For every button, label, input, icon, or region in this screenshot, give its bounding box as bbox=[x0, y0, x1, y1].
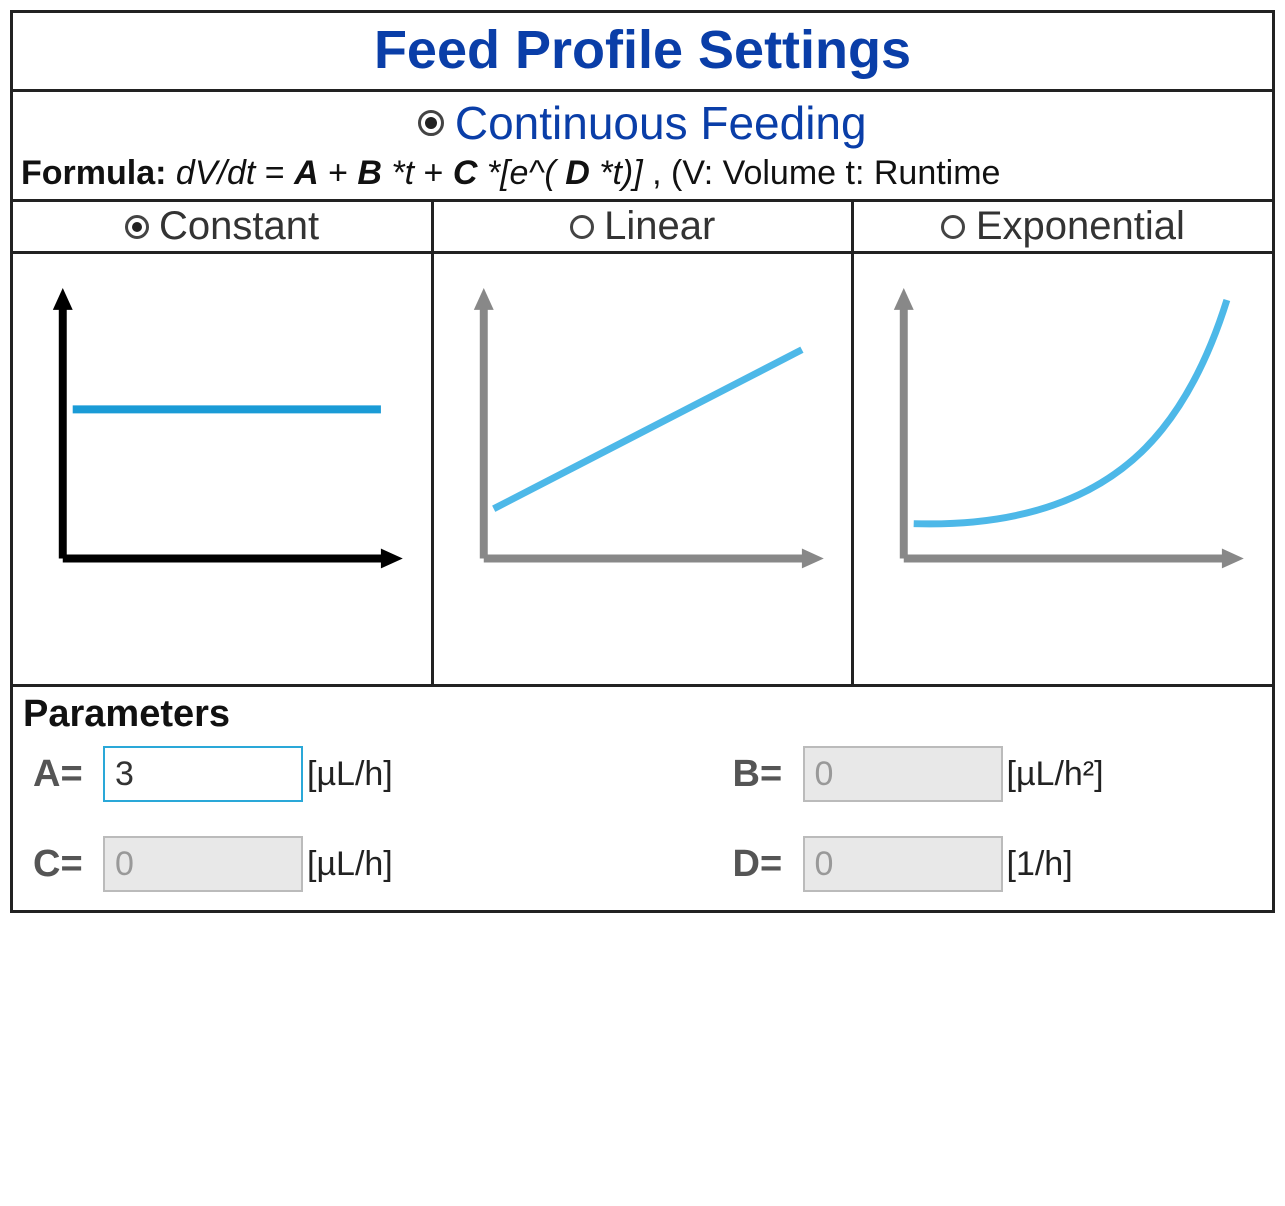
formula-eq: = bbox=[265, 154, 285, 192]
formula-comma: , bbox=[652, 154, 661, 192]
param-c-unit: [µL/h] bbox=[307, 845, 393, 884]
formula-d: D bbox=[565, 154, 590, 192]
formula-tail: (V: Volume t: Runtime bbox=[671, 154, 1000, 192]
linear-radio[interactable] bbox=[570, 215, 594, 239]
mode-radio-row[interactable]: Continuous Feeding bbox=[21, 96, 1264, 150]
param-d-label: D= bbox=[733, 843, 803, 886]
param-c-input bbox=[103, 836, 303, 892]
param-b-input bbox=[803, 746, 1003, 802]
formula-plus2: + bbox=[424, 154, 444, 192]
feed-profile-panel: Feed Profile Settings Continuous Feeding… bbox=[10, 10, 1275, 913]
profile-linear: Linear bbox=[434, 202, 855, 684]
linear-graph bbox=[434, 254, 852, 684]
profiles-row: Constant Linear bbox=[13, 202, 1272, 687]
formula-expopen: *[e^( bbox=[487, 154, 556, 192]
param-d-input bbox=[803, 836, 1003, 892]
formula-a: A bbox=[294, 154, 319, 192]
linear-graph-icon bbox=[444, 264, 842, 674]
profile-constant: Constant bbox=[13, 202, 434, 684]
formula-plus1: + bbox=[328, 154, 348, 192]
profile-constant-radio-row[interactable]: Constant bbox=[13, 202, 431, 254]
panel-title: Feed Profile Settings bbox=[374, 19, 911, 81]
formula-t1: *t bbox=[391, 154, 414, 192]
exponential-label: Exponential bbox=[976, 204, 1185, 248]
continuous-feeding-radio[interactable] bbox=[418, 110, 444, 136]
param-c-label: C= bbox=[33, 843, 103, 886]
linear-label: Linear bbox=[604, 204, 715, 248]
param-a-row: A= [µL/h] bbox=[33, 746, 553, 802]
parameters-section: Parameters A= [µL/h] B= [µL/h²] C= [µL/h… bbox=[13, 687, 1272, 910]
param-a-label: A= bbox=[33, 753, 103, 796]
formula-b: B bbox=[357, 154, 382, 192]
param-b-row: B= [µL/h²] bbox=[733, 746, 1253, 802]
constant-graph bbox=[13, 254, 431, 684]
param-d-unit: [1/h] bbox=[1007, 845, 1073, 884]
profile-exponential: Exponential bbox=[854, 202, 1272, 684]
exponential-radio[interactable] bbox=[941, 215, 965, 239]
param-a-unit: [µL/h] bbox=[307, 755, 393, 794]
param-d-row: D= [1/h] bbox=[733, 836, 1253, 892]
parameters-heading: Parameters bbox=[23, 693, 1262, 736]
parameters-grid: A= [µL/h] B= [µL/h²] C= [µL/h] D= [1/h] bbox=[23, 746, 1262, 892]
param-a-input[interactable] bbox=[103, 746, 303, 802]
formula-c: C bbox=[453, 154, 478, 192]
mode-section: Continuous Feeding Formula: dV/dt = A + … bbox=[13, 92, 1272, 202]
exponential-graph bbox=[854, 254, 1272, 684]
param-c-row: C= [µL/h] bbox=[33, 836, 553, 892]
continuous-feeding-label: Continuous Feeding bbox=[455, 97, 867, 149]
constant-graph-icon bbox=[23, 264, 421, 674]
constant-label: Constant bbox=[159, 204, 319, 248]
exponential-graph-icon bbox=[864, 264, 1262, 674]
formula-expclose: *t)] bbox=[599, 154, 642, 192]
constant-radio[interactable] bbox=[125, 215, 149, 239]
param-b-label: B= bbox=[733, 753, 803, 796]
title-row: Feed Profile Settings bbox=[13, 13, 1272, 92]
formula-text: Formula: dV/dt = A + B *t + C *[e^( D *t… bbox=[21, 154, 1264, 193]
formula-lhs: dV/dt bbox=[176, 154, 255, 192]
profile-exponential-radio-row[interactable]: Exponential bbox=[854, 202, 1272, 254]
param-b-unit: [µL/h²] bbox=[1007, 755, 1104, 794]
profile-linear-radio-row[interactable]: Linear bbox=[434, 202, 852, 254]
formula-prefix: Formula: bbox=[21, 154, 166, 192]
